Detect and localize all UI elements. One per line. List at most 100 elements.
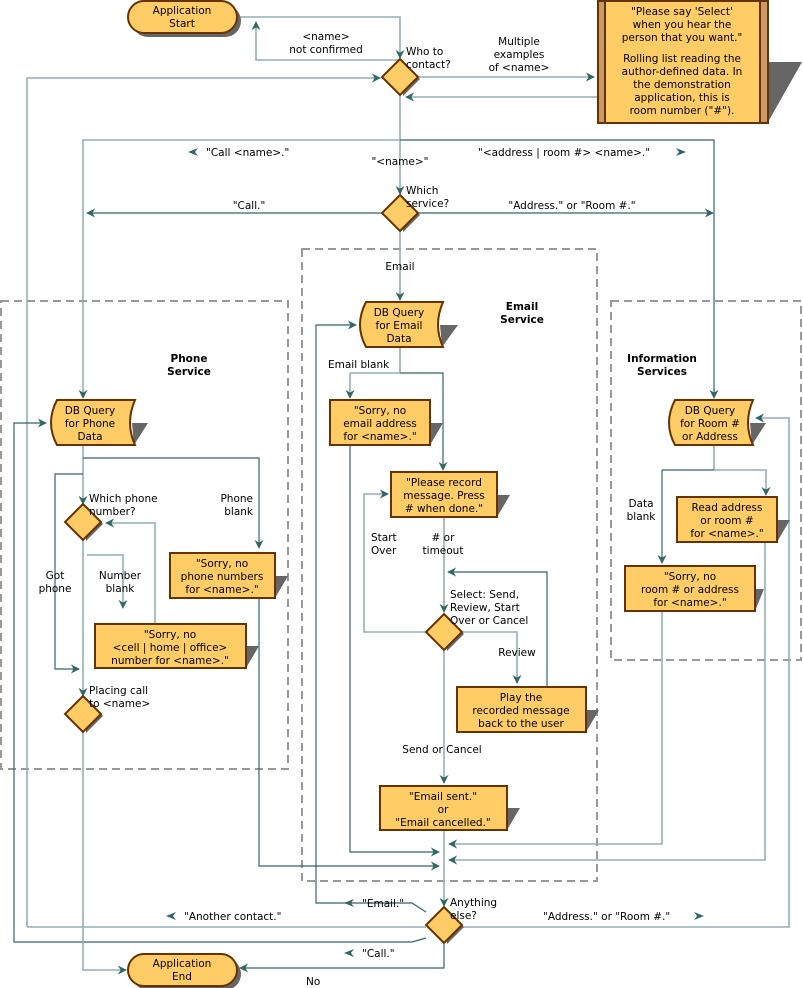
placing-label: Placing call [89, 685, 148, 697]
edge-label: Email [385, 261, 414, 273]
which-phone-label-2: number? [89, 506, 136, 518]
edge-label: blank [224, 506, 254, 518]
edge-label: "Address." or "Room #." [508, 200, 635, 212]
placing-label-2: to <name> [89, 698, 150, 710]
end-label-2: End [172, 971, 192, 983]
anything-label: Anything [450, 897, 497, 909]
edge-label: Review [498, 647, 536, 659]
edge-label: Got [46, 570, 65, 582]
select-label: Select: Send, [450, 589, 519, 601]
db-room-label: for Room # [680, 418, 740, 430]
who-label: Who to [406, 46, 443, 58]
read-address-label: for <name>." [690, 528, 763, 540]
edge-label: examples [494, 49, 545, 61]
sent-label: "Email sent." [409, 791, 477, 803]
edge-label: "Call <name>." [206, 147, 289, 159]
db-room-label: DB Query [685, 405, 736, 417]
no-phones-label: for <name>." [185, 584, 258, 596]
edge-label: not confirmed [289, 44, 363, 56]
no-phones-label: "Sorry, no [196, 558, 248, 570]
edge-label: of <name> [489, 62, 550, 74]
flowchart: Phone Service Email Service Information … [0, 0, 802, 988]
record-label: "Please record [406, 477, 482, 489]
edge-label: Email blank [328, 359, 390, 371]
start-label-2: Start [169, 18, 195, 30]
sent-label: or [438, 804, 449, 816]
select-label-3: Over or Cancel [450, 615, 528, 627]
db-phone-label: DB Query [65, 405, 116, 417]
no-email-label: "Sorry, no [354, 405, 406, 417]
phone-service-title-2: Service [167, 366, 211, 378]
start-label: Application [153, 5, 212, 17]
edge-label: Send or Cancel [402, 744, 481, 756]
no-number-label: number for <name>." [111, 655, 229, 667]
read-address-label: or room # [700, 515, 753, 527]
edge-label: phone [39, 583, 72, 595]
arrow-left-icon [344, 949, 354, 957]
prompt-line: room number ("#"). [630, 105, 735, 117]
play-label: recorded message [472, 705, 569, 717]
record-label: message. Press [403, 490, 485, 502]
prompt-line: the demonstration [633, 79, 730, 91]
edge-label: Number [99, 570, 142, 582]
edge-label: "<name>" [371, 156, 428, 168]
record-label: # when done." [405, 503, 483, 515]
edge-label: "Address." or "Room #." [543, 911, 670, 923]
edge-label: "<address | room #> <name>." [478, 147, 650, 159]
edge-label: blank [106, 583, 136, 595]
email-service-title-2: Service [500, 314, 544, 326]
prompt-line: Rolling list reading the [623, 53, 741, 65]
end-label: Application [153, 958, 212, 970]
edge-label: Over [371, 545, 397, 557]
arrow-left-icon [188, 148, 198, 156]
phone-service-title: Phone [171, 353, 208, 365]
play-label: back to the user [478, 718, 564, 730]
arrow-left-icon [166, 912, 176, 920]
edge-label: No [306, 976, 320, 988]
prompt-line: application, this is [634, 92, 729, 104]
edge-label: Phone [220, 493, 253, 505]
no-room-label: for <name>." [653, 597, 726, 609]
arrow-right-icon [694, 912, 704, 920]
edge-label: "Email." [362, 898, 404, 910]
no-phones-label: phone numbers [181, 571, 264, 583]
no-room-label: room # or address [641, 584, 739, 596]
play-label: Play the [500, 692, 542, 704]
email-service-title: Email [506, 301, 538, 313]
prompt-line: author-defined data. In [622, 66, 743, 78]
sent-label: "Email cancelled." [395, 817, 491, 829]
edge-label: Multiple [498, 36, 540, 48]
edge-label: timeout [423, 545, 464, 557]
no-room-label: "Sorry, no [664, 571, 716, 583]
no-number-label: "Sorry, no [144, 629, 196, 641]
prompt-line: when you hear the [633, 19, 732, 31]
no-number-label: <cell | home | office> [113, 642, 228, 654]
edge-label: "Another contact." [184, 911, 281, 923]
who-label-2: contact? [406, 59, 451, 71]
db-phone-label: for Phone [65, 418, 115, 430]
prompt-line: person that you want." [622, 32, 743, 44]
db-phone-label: Data [77, 431, 102, 443]
which-service-label-2: service? [406, 198, 449, 210]
edge-label: "Call." [362, 948, 395, 960]
db-email-label: for Email [376, 320, 423, 332]
edge-label: Start [371, 532, 397, 544]
edge-label: "Call." [233, 200, 266, 212]
info-services-title-2: Services [637, 366, 687, 378]
read-address-label: Read address [692, 502, 763, 514]
select-label-2: Review, Start [450, 602, 520, 614]
db-email-label: Data [386, 333, 411, 345]
prompt-line: "Please say 'Select' [631, 6, 733, 18]
anything-label-2: else? [450, 910, 477, 922]
edge-label: blank [627, 511, 657, 523]
edge-label: Data [628, 498, 653, 510]
which-service-label: Which [406, 185, 438, 197]
no-email-label: email address [343, 418, 417, 430]
no-email-label: for <name>." [343, 431, 416, 443]
which-phone-label: Which phone [89, 493, 158, 505]
arrow-right-icon [676, 148, 686, 156]
db-room-label: or Address [682, 431, 738, 443]
info-services-title: Information [627, 353, 697, 365]
edge-label: # or [432, 532, 456, 544]
edge-label: <name> [302, 31, 349, 43]
